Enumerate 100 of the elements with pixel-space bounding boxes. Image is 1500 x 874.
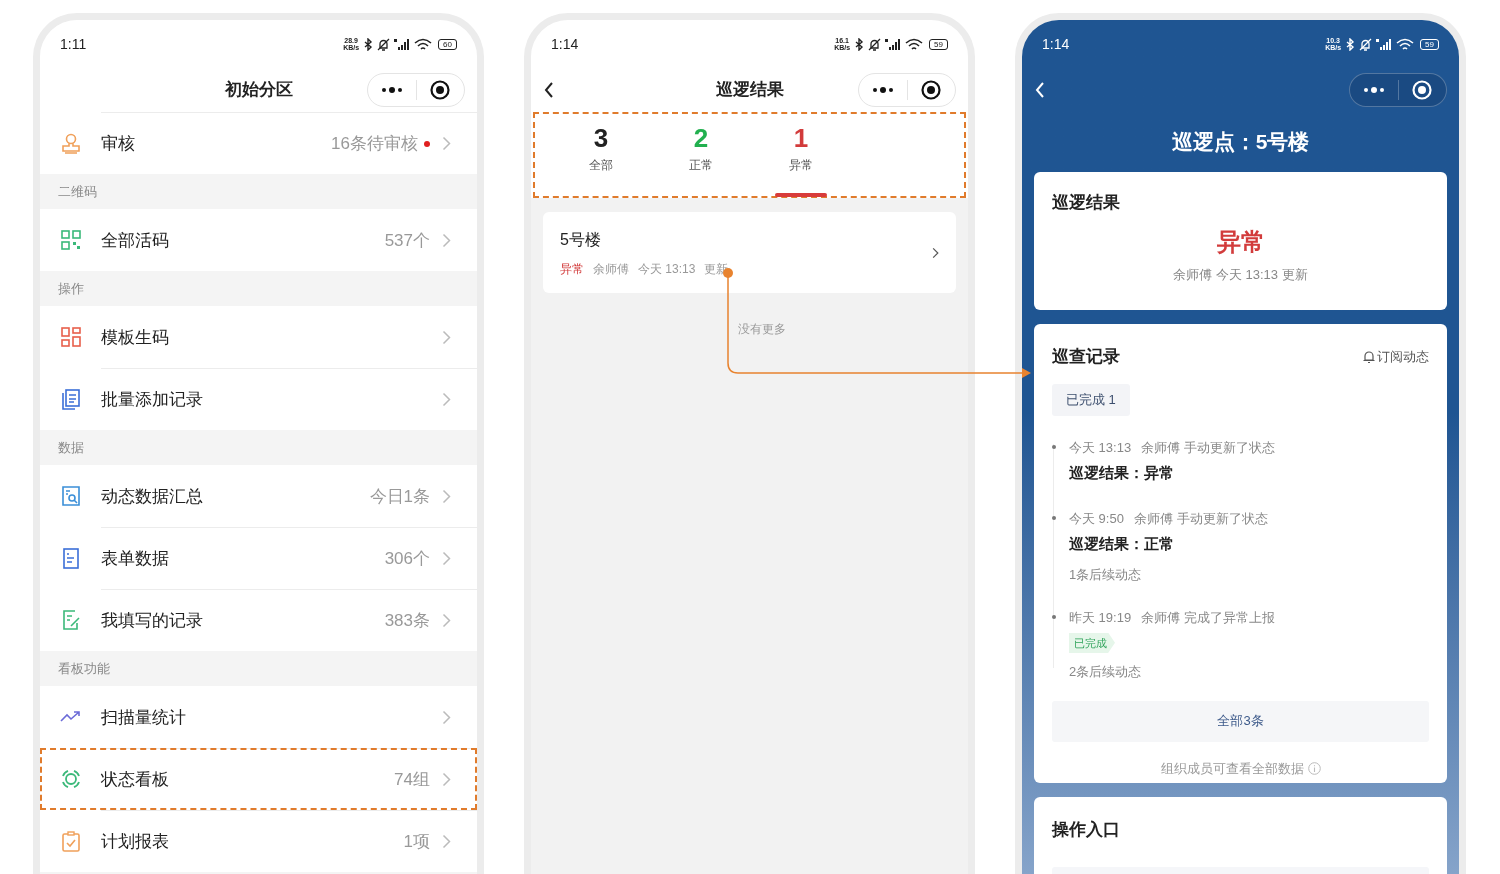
more-icon [871, 86, 894, 94]
filter-tab[interactable]: 2 正常 [651, 112, 751, 198]
list-row[interactable]: 状态看板 74组 [40, 748, 477, 810]
row-label: 模板生码 [101, 326, 169, 349]
info-icon [1307, 761, 1321, 775]
more-icon [1362, 86, 1385, 94]
section-header: 数据 [57, 438, 85, 457]
card-title: 巡查记录 [1052, 346, 1120, 368]
row-value: 306个 [384, 547, 430, 570]
row-label: 动态数据汇总 [101, 485, 203, 508]
row-label: 全部活码 [101, 229, 169, 252]
signal-icon [394, 38, 411, 50]
chevron-right-icon [442, 330, 451, 345]
status-tag: 已完成 [1069, 632, 1115, 653]
target-icon [1412, 80, 1433, 100]
row-label: 批量添加记录 [101, 388, 203, 411]
list-row[interactable]: 模板生码 [40, 306, 477, 368]
entry-result: 巡逻结果：异常 [1069, 463, 1175, 483]
document-search-icon [60, 485, 82, 507]
bluetooth-icon [854, 37, 865, 51]
edit-document-icon [60, 609, 82, 631]
page-title: 巡逻点：5号楼 [1170, 129, 1311, 156]
bell-off-icon [377, 37, 391, 51]
bluetooth-icon [1345, 37, 1356, 51]
status-time: 1:14 [551, 34, 579, 54]
documents-icon [60, 388, 82, 410]
status-text: 异常 [560, 260, 584, 278]
card-title: 巡逻结果 [1052, 192, 1121, 214]
list-row[interactable]: 全部活码 537个 [40, 209, 477, 271]
row-value: 16条待审核 [331, 132, 418, 155]
clipboard-check-icon [60, 830, 82, 852]
chevron-right-icon [442, 392, 451, 407]
chevron-right-icon [442, 772, 451, 787]
entry-text: 余师傅 手动更新了状态 [1133, 509, 1268, 528]
row-value: 383条 [384, 609, 430, 632]
wifi-icon [905, 37, 924, 51]
subscribe-link[interactable]: 订阅动态 [1363, 347, 1429, 367]
signal-icon [1376, 38, 1393, 50]
row-label: 审核 [101, 132, 135, 155]
list-row[interactable]: 批量添加记录 [40, 368, 477, 430]
chevron-right-icon [442, 710, 451, 725]
signal-icon [885, 38, 902, 50]
grid-icon [60, 326, 82, 348]
battery-indicator: 59 [1420, 38, 1439, 50]
card-title: 操作入口 [1052, 819, 1121, 841]
target-icon [430, 80, 451, 100]
ring-icon [60, 768, 82, 790]
entry-text: 余师傅 手动更新了状态 [1141, 438, 1275, 457]
row-label: 计划报表 [101, 830, 169, 853]
list-row[interactable]: 我填写的记录 383条 [40, 589, 477, 651]
entry-time: 今天 13:13 [1069, 438, 1132, 457]
update-info: 余师傅 今天 13:13 更新 [1172, 265, 1309, 284]
row-label: 扫描量统计 [101, 706, 186, 729]
chevron-right-icon [442, 551, 451, 566]
entry-time: 今天 9:50 [1069, 509, 1124, 528]
wifi-icon [414, 37, 433, 51]
chevron-right-icon [442, 489, 451, 504]
back-icon[interactable] [543, 81, 555, 99]
bell-off-icon [1359, 37, 1373, 51]
bell-off-icon [868, 37, 882, 51]
row-label: 表单数据 [101, 547, 169, 570]
form-icon [60, 547, 82, 569]
card-title: 5号楼 [560, 229, 602, 250]
list-row[interactable]: 计划报表 1项 [40, 810, 477, 872]
entry-text: 余师傅 完成了异常上报 [1141, 609, 1275, 627]
entry-result: 巡逻结果：正常 [1069, 534, 1175, 554]
list-row[interactable]: 表单数据 306个 [40, 527, 477, 589]
row-value: 今日1条 [369, 485, 430, 508]
chevron-right-icon [442, 233, 451, 248]
filter-tab[interactable]: 3 全部 [551, 112, 651, 198]
followup-link[interactable]: 2条后续动态 [1069, 662, 1429, 682]
bell-icon [1363, 350, 1375, 364]
list-end-text: 没有更多 [736, 321, 787, 338]
row-label: 状态看板 [101, 768, 169, 791]
list-row[interactable]: 扫描量统计 [40, 686, 477, 748]
followup-link[interactable]: 1条后续动态 [1069, 564, 1429, 584]
filter-tab[interactable]: 1 异常 [751, 112, 851, 198]
row-value: 74组 [394, 768, 430, 791]
row-value: 1项 [403, 830, 430, 853]
status-time: 1:11 [60, 34, 87, 54]
target-icon [921, 80, 942, 100]
page-title: 巡逻结果 [714, 79, 785, 102]
status-text: 异常 [1215, 226, 1266, 257]
section-header: 二维码 [57, 182, 98, 201]
entry-time: 昨天 19:19 [1069, 609, 1132, 627]
list-row[interactable]: 审核 16条待审核 [40, 112, 477, 174]
more-icon [380, 86, 403, 94]
list-row[interactable]: 动态数据汇总 今日1条 [40, 465, 477, 527]
page-title: 初始分区 [223, 79, 294, 102]
chevron-right-icon [932, 246, 939, 259]
permission-note: 组织成员可查看全部数据 [1160, 759, 1304, 778]
view-all-button[interactable]: 全部3条 [1052, 700, 1429, 742]
person-name: 余师傅 [593, 260, 629, 278]
section-header: 看板功能 [57, 659, 111, 678]
back-icon[interactable] [1034, 81, 1046, 99]
bluetooth-icon [363, 37, 374, 51]
stamp-icon [60, 132, 82, 154]
row-label: 我填写的记录 [101, 609, 203, 632]
filter-chip[interactable]: 已完成 1 [1052, 383, 1130, 416]
wifi-icon [1396, 37, 1415, 51]
